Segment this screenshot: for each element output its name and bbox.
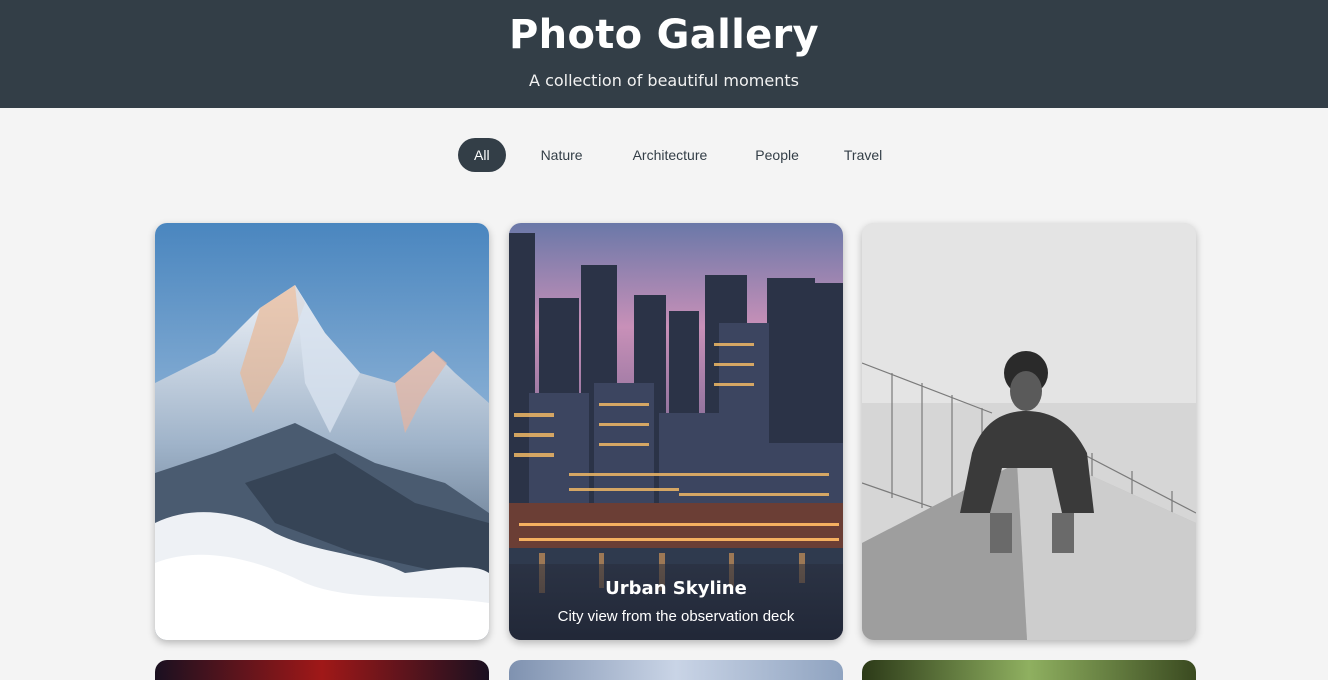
gallery-card-mountain[interactable] [155,223,489,640]
filter-nature-button[interactable]: Nature [525,138,599,172]
filter-people-button[interactable]: People [739,138,815,172]
page-header: Photo Gallery A collection of beautiful … [0,0,1328,108]
gallery-card-skyline[interactable]: Urban Skyline City view from the observa… [509,223,843,640]
page-title: Photo Gallery [509,12,819,58]
portrait-photo [862,223,1196,640]
card-caption: Urban Skyline City view from the observa… [509,564,843,640]
card-description: City view from the observation deck [557,608,795,625]
filter-architecture-button[interactable]: Architecture [617,138,724,172]
filter-travel-button[interactable]: Travel [828,138,898,172]
page-subtitle: A collection of beautiful moments [529,71,799,90]
gallery-card-row2-1[interactable] [155,660,489,680]
filter-all-button[interactable]: All [458,138,506,172]
category-filter-bar: All Nature Architecture People Travel [458,138,901,172]
gallery-card-row2-2[interactable] [509,660,843,680]
card-title: Urban Skyline [605,578,747,599]
gallery-card-row2-3[interactable] [862,660,1196,680]
gallery-card-portrait[interactable] [862,223,1196,640]
mountain-photo [155,223,489,640]
